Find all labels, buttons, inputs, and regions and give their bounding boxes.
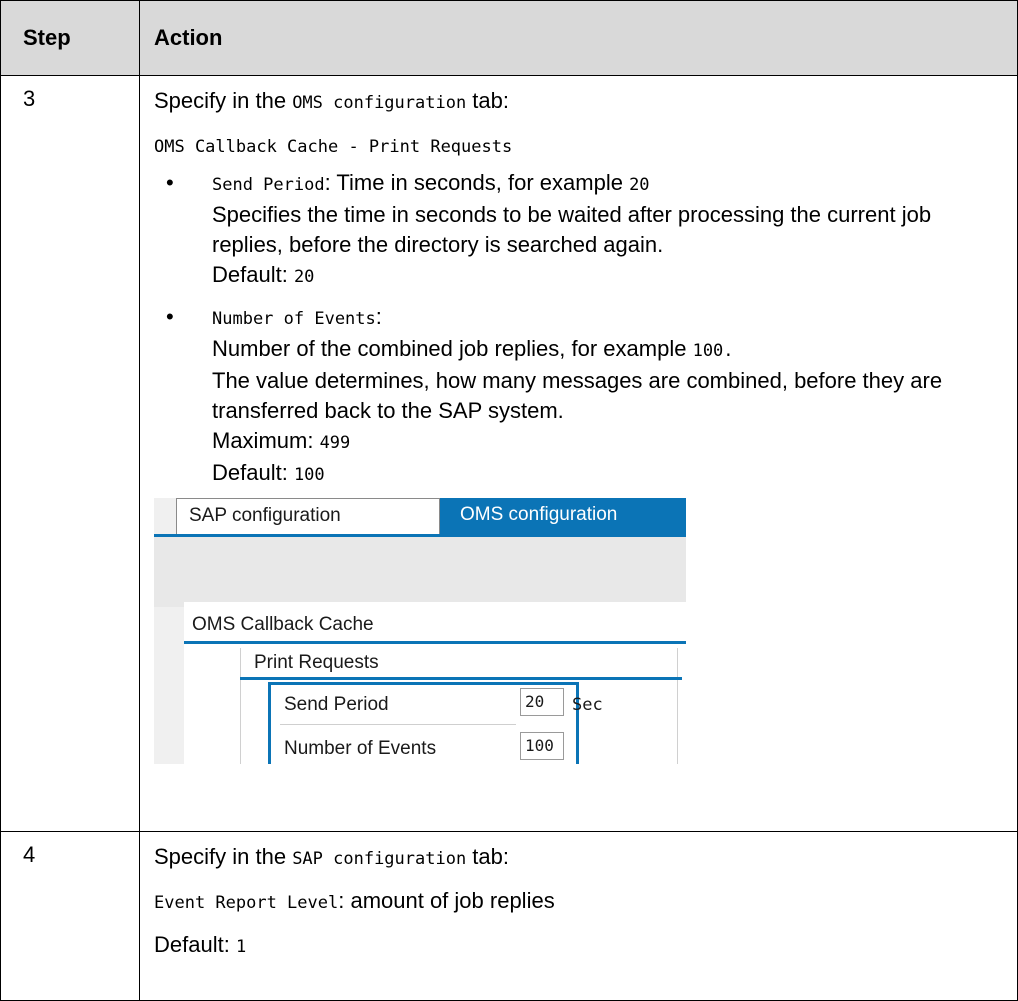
example-code: 100. (692, 341, 734, 361)
default-code: 100 (293, 465, 325, 485)
number-of-events-input[interactable]: 100 (520, 732, 564, 760)
step-number: 4 (0, 831, 140, 1001)
bullet-line-1: Number of Events: (212, 302, 1003, 334)
sap-screenshot: SAP configuration OMS configuration OMS … (154, 498, 686, 764)
field-code: Send Period (212, 175, 325, 195)
bullet-icon: • (166, 170, 174, 195)
default-line: Default: 1 (154, 930, 1003, 962)
tab-oms-configuration[interactable]: OMS configuration (440, 498, 686, 534)
header-step: Step (0, 0, 140, 76)
bullet-desc: The value determines, how many messages … (212, 368, 943, 423)
subgroup-underline (240, 677, 682, 680)
intro-suffix: tab: (466, 844, 509, 869)
config-path: OMS Callback Cache - Print Requests (154, 130, 1003, 162)
steps-table: Step Action 3 Specify in the OMS configu… (0, 0, 1018, 1001)
intro-suffix: tab: (466, 88, 509, 113)
intro-prefix: Specify in the (154, 844, 293, 869)
tab-body (154, 537, 686, 607)
bullet-line-1: Send Period: Time in seconds, for exampl… (212, 168, 1003, 200)
example-code: 20 (629, 175, 650, 195)
bullet-maximum: Maximum: 499 (212, 426, 1003, 458)
intro-code: SAP configuration (292, 849, 467, 869)
intro-code: OMS configuration (292, 93, 467, 113)
field-code: Number of Events (212, 309, 376, 329)
intro-line: Specify in the SAP configuration tab: (154, 842, 1003, 874)
tab-sap-configuration[interactable]: SAP configuration (176, 498, 440, 534)
field-text: : amount of job replies (338, 888, 555, 913)
bullet-default: Default: 100 (212, 458, 1003, 490)
default-label: Default: (154, 932, 236, 957)
bullet-icon: • (166, 304, 174, 329)
field-text: : Time in seconds, for example (324, 170, 630, 195)
intro-line: Specify in the OMS configuration tab: (154, 86, 1003, 118)
max-label: Maximum: (212, 428, 320, 453)
field-text: : (375, 304, 382, 329)
field-separator (280, 724, 516, 725)
table-header-row: Step Action (0, 0, 1018, 76)
send-period-input[interactable]: 20 (520, 688, 564, 716)
event-report-level-line: Event Report Level: amount of job replie… (154, 886, 1003, 918)
default-code: 20 (293, 267, 315, 287)
table-row-step-3: 3 Specify in the OMS configuration tab: … (0, 75, 1018, 832)
field-code: Event Report Level (154, 893, 339, 913)
bullet-send-period: • Send Period: Time in seconds, for exam… (154, 168, 1003, 292)
group-title-callback-cache: OMS Callback Cache (192, 614, 374, 635)
unit-sec: Sec (572, 695, 603, 715)
label-send-period: Send Period (284, 694, 389, 715)
desc-prefix: Number of the combined job replies, for … (212, 336, 693, 361)
bullet-number-of-events: • Number of Events: Number of the combin… (154, 302, 1003, 490)
table-row-step-4: 4 Specify in the SAP configuration tab: … (0, 831, 1018, 1001)
bullet-desc: Specifies the time in seconds to be wait… (212, 202, 932, 257)
default-label: Default: (212, 460, 294, 485)
group-underline (184, 641, 686, 644)
group-title-print-requests: Print Requests (254, 652, 379, 673)
config-path-code: OMS Callback Cache - Print Requests (154, 137, 513, 157)
label-number-of-events: Number of Events (284, 738, 437, 759)
action-cell: Specify in the OMS configuration tab: OM… (139, 75, 1018, 832)
header-action: Action (139, 0, 1018, 76)
step-number: 3 (0, 75, 140, 832)
bullet-line-2: Number of the combined job replies, for … (212, 334, 1003, 366)
action-cell: Specify in the SAP configuration tab: Ev… (139, 831, 1018, 1001)
default-label: Default: (212, 262, 294, 287)
intro-prefix: Specify in the (154, 88, 293, 113)
default-code: 1 (235, 937, 247, 957)
max-code: 499 (319, 433, 351, 453)
bullet-default: Default: 20 (212, 260, 1003, 292)
